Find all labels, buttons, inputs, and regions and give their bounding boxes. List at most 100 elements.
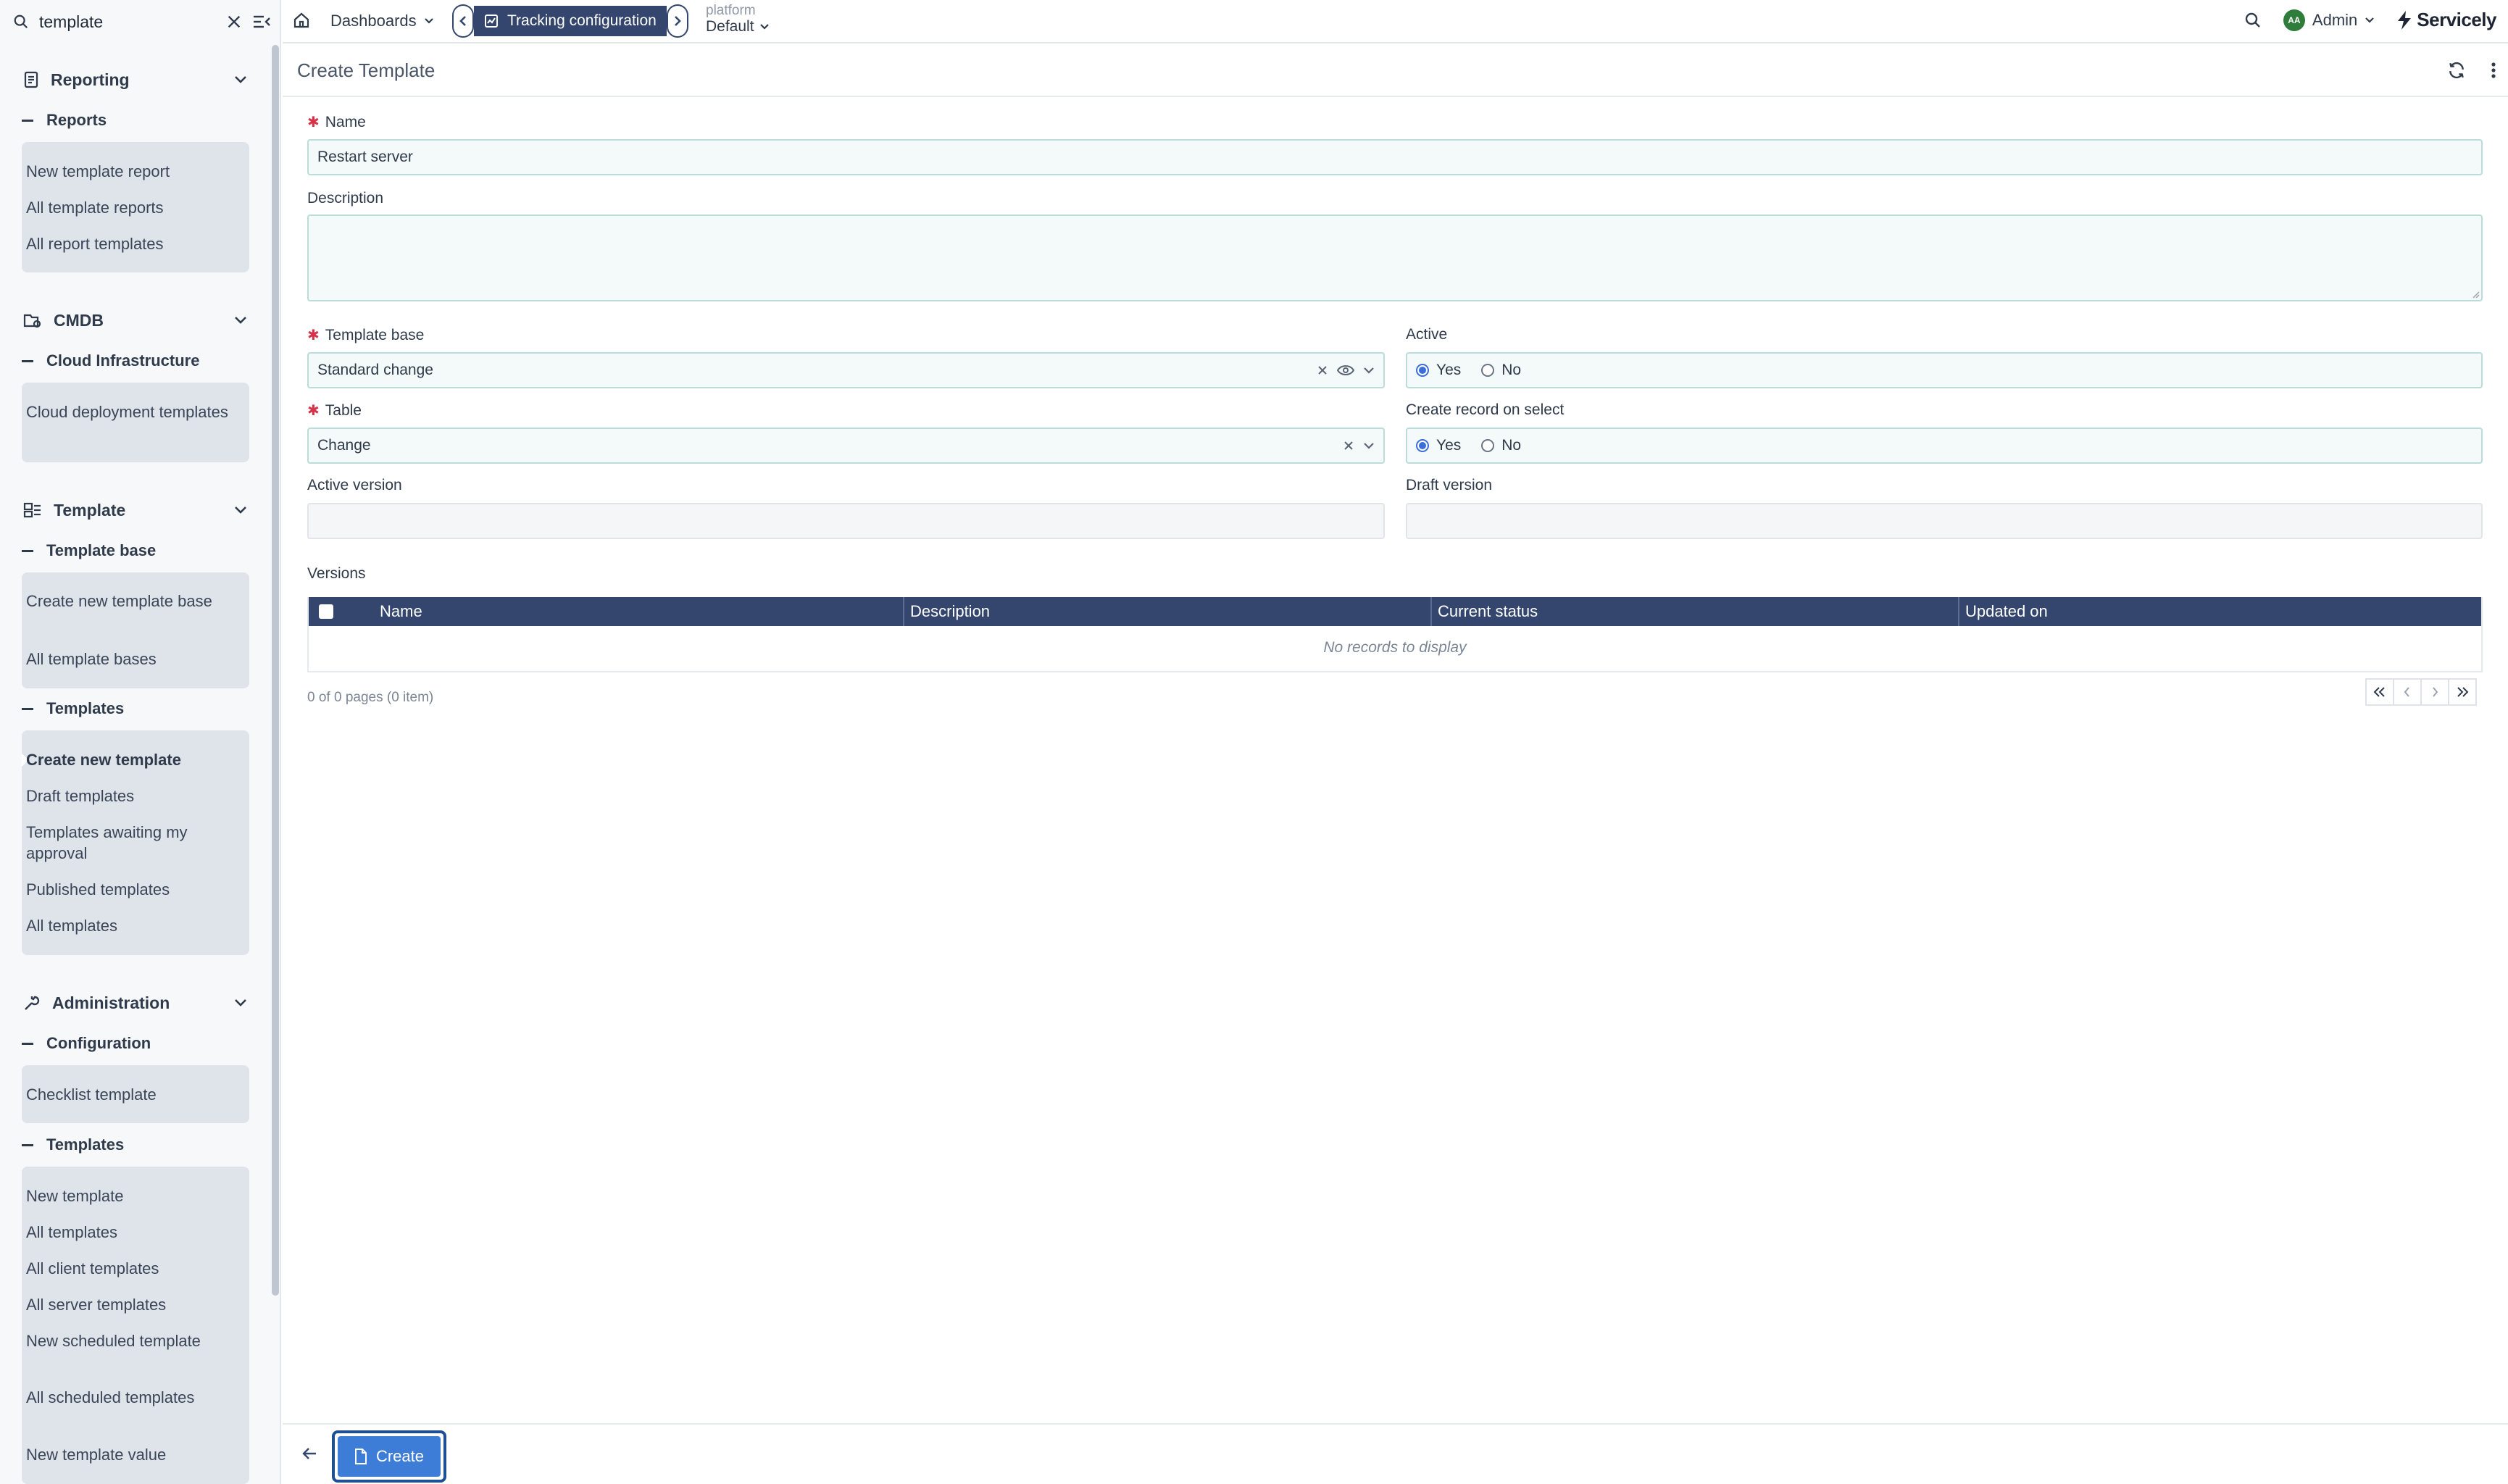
- bolt-icon: [2398, 10, 2412, 30]
- table-field[interactable]: Change: [307, 428, 1385, 464]
- empty-message: No records to display: [1323, 639, 1467, 656]
- description-field[interactable]: [307, 214, 2483, 301]
- versions-table: Name Description Current status Updated …: [307, 597, 2483, 672]
- top-bar: Dashboards Tracking configuration platfo…: [283, 0, 2508, 43]
- sidebar-item-all-scheduled-templates[interactable]: All scheduled templates: [26, 1387, 229, 1408]
- wrench-icon: [23, 994, 41, 1012]
- first-page-button[interactable]: [2365, 678, 2394, 706]
- active-radio-group: Yes No: [1406, 352, 2483, 388]
- sidebar-group-administration[interactable]: Administration: [10, 983, 257, 1023]
- pagination: [2365, 678, 2477, 706]
- sidebar-section-admin-templates[interactable]: Templates: [22, 1130, 124, 1159]
- sidebar-section-configuration[interactable]: Configuration: [22, 1029, 151, 1058]
- sidebar-item-all-report-templates[interactable]: All report templates: [26, 233, 229, 254]
- create-button[interactable]: Create: [338, 1436, 441, 1477]
- column-description[interactable]: Description: [903, 597, 1430, 626]
- sidebar-items-box: [22, 383, 249, 462]
- sidebar-scrollbar[interactable]: [272, 45, 279, 1296]
- sidebar-item-cloud-deployment-templates[interactable]: Cloud deployment templates: [26, 401, 229, 422]
- create-record-radio-group: Yes No: [1406, 428, 2483, 464]
- sidebar-group-reporting[interactable]: Reporting: [10, 59, 257, 100]
- table-header: Name Description Current status Updated …: [309, 597, 2481, 626]
- sidebar: template Reporting Reports New template …: [0, 0, 281, 1484]
- clear-icon[interactable]: [226, 14, 242, 30]
- sidebar-item-all-templates-admin[interactable]: All templates: [26, 1222, 229, 1243]
- required-icon: ✱: [307, 114, 320, 130]
- brand-logo: Servicely: [2396, 9, 2496, 31]
- tab-prev-button[interactable]: [452, 4, 474, 38]
- tab-tracking-configuration[interactable]: Tracking configuration: [474, 6, 667, 36]
- search-input[interactable]: template: [39, 12, 216, 32]
- chevron-down-icon: [233, 506, 248, 514]
- sidebar-section-cloud-infrastructure[interactable]: Cloud Infrastructure: [22, 346, 199, 375]
- sidebar-item-checklist-template[interactable]: Checklist template: [26, 1084, 229, 1105]
- clear-icon: [1318, 366, 1327, 375]
- dashboards-menu[interactable]: Dashboards: [330, 12, 434, 30]
- sidebar-item-published-templates[interactable]: Published templates: [26, 879, 229, 900]
- tab-next-button[interactable]: [666, 4, 688, 38]
- versions-label: Versions: [307, 565, 366, 582]
- template-base-field[interactable]: Standard change: [307, 352, 1385, 388]
- more-options-icon[interactable]: [2491, 62, 2496, 79]
- chevron-down-icon: [233, 999, 248, 1007]
- eye-icon: [1337, 365, 1354, 375]
- pagination-info: 0 of 0 pages (0 item): [307, 690, 434, 705]
- chevron-down-icon: [1364, 367, 1374, 374]
- create-record-no-radio[interactable]: [1481, 439, 1495, 452]
- name-field[interactable]: Restart server: [307, 139, 2483, 175]
- sidebar-item-all-server-templates[interactable]: All server templates: [26, 1294, 229, 1315]
- refresh-icon[interactable]: [2447, 61, 2466, 80]
- platform-selector[interactable]: platform Default: [706, 3, 769, 35]
- user-menu[interactable]: AA Admin: [2283, 9, 2375, 31]
- active-version-field: [307, 503, 1385, 539]
- back-arrow-icon[interactable]: [301, 1446, 317, 1461]
- search-icon: [13, 14, 29, 30]
- template-base-label: ✱ Template base: [307, 326, 425, 344]
- sidebar-section-reports[interactable]: Reports: [22, 106, 107, 135]
- sidebar-item-templates-awaiting-approval[interactable]: Templates awaiting my approval: [26, 822, 229, 864]
- sidebar-item-new-template-value[interactable]: New template value: [26, 1444, 229, 1465]
- sidebar-group-template[interactable]: Template: [10, 490, 257, 530]
- table-label: ✱ Table: [307, 401, 362, 420]
- document-icon: [354, 1448, 367, 1464]
- sidebar-item-all-template-bases[interactable]: All template bases: [26, 649, 229, 670]
- sidebar-group-cmdb[interactable]: CMDB: [10, 300, 257, 341]
- sidebar-items-box: [22, 572, 249, 688]
- sidebar-item-all-client-templates[interactable]: All client templates: [26, 1258, 229, 1279]
- sidebar-items-box: [22, 1167, 249, 1484]
- sidebar-item-create-new-template[interactable]: Create new template: [26, 749, 229, 770]
- sidebar-item-new-template-report[interactable]: New template report: [26, 161, 229, 182]
- last-page-button[interactable]: [2448, 678, 2477, 706]
- dashboard-tab-icon: [485, 14, 498, 28]
- page-title: Create Template: [297, 59, 436, 81]
- description-label: Description: [307, 190, 384, 207]
- sidebar-item-all-template-reports[interactable]: All template reports: [26, 197, 229, 218]
- sidebar-search: template: [0, 0, 281, 43]
- sidebar-item-all-templates[interactable]: All templates: [26, 915, 229, 936]
- prev-page-button[interactable]: [2393, 678, 2422, 706]
- active-yes-radio[interactable]: [1416, 364, 1429, 377]
- required-icon: ✱: [307, 403, 320, 419]
- column-current-status[interactable]: Current status: [1430, 597, 1958, 626]
- sidebar-item-new-scheduled-template[interactable]: New scheduled template: [26, 1330, 229, 1351]
- global-search-icon[interactable]: [2244, 12, 2262, 29]
- create-record-yes-radio[interactable]: [1416, 439, 1429, 452]
- column-updated-on[interactable]: Updated on: [1958, 597, 2481, 626]
- next-page-button[interactable]: [2420, 678, 2449, 706]
- home-icon[interactable]: [293, 12, 310, 29]
- cmdb-icon: [23, 312, 42, 329]
- form-header: Create Template: [283, 45, 2508, 97]
- sidebar-item-new-template[interactable]: New template: [26, 1185, 229, 1206]
- sidebar-section-templates[interactable]: Templates: [22, 694, 124, 723]
- column-name[interactable]: Name: [380, 597, 903, 626]
- select-all-checkbox[interactable]: [319, 604, 333, 619]
- sidebar-item-draft-templates[interactable]: Draft templates: [26, 785, 229, 806]
- sidebar-item-create-new-template-base[interactable]: Create new template base: [26, 591, 229, 612]
- sidebar-section-template-base[interactable]: Template base: [22, 536, 156, 565]
- clear-icon: [1344, 441, 1353, 450]
- collapse-menu-icon[interactable]: [252, 14, 271, 30]
- resize-handle-icon: [2472, 291, 2480, 299]
- avatar: AA: [2283, 9, 2305, 31]
- active-no-radio[interactable]: [1481, 364, 1495, 377]
- chevron-down-icon: [233, 316, 248, 325]
